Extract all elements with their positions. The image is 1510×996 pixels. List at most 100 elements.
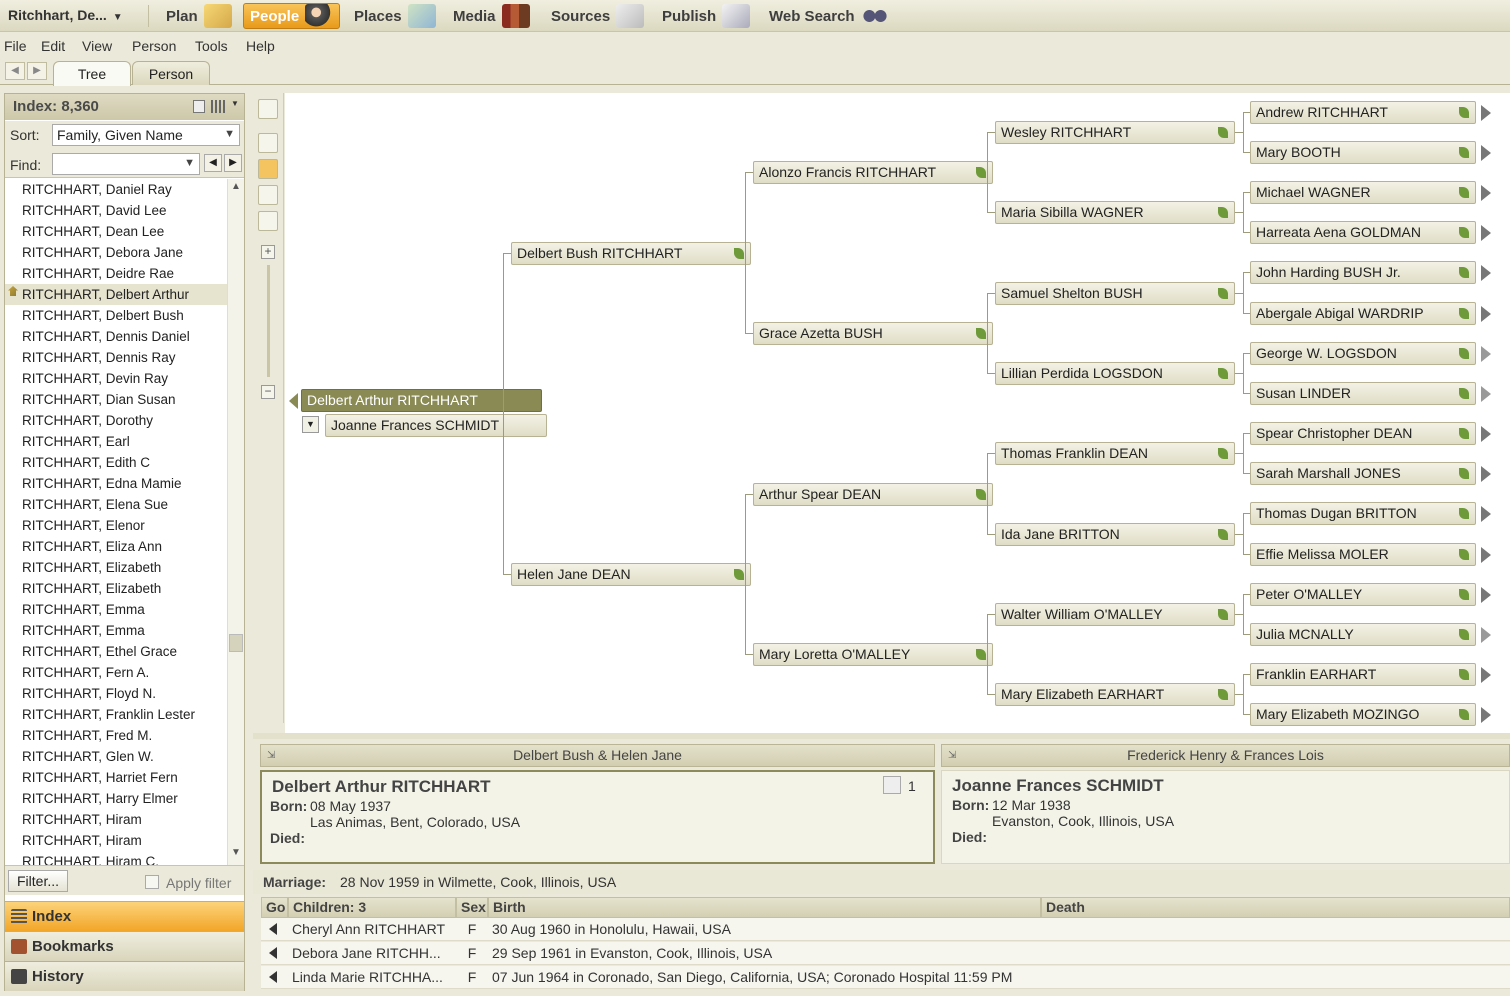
spouse-box[interactable]: Joanne Frances SCHMIDT [325,414,547,437]
menu-file[interactable]: File [4,38,27,54]
ancestor-box-gen4[interactable]: George W. LOGSDON [1250,342,1476,365]
hint-leaf-icon[interactable] [976,328,986,339]
menu-tools[interactable]: Tools [195,38,228,54]
name-list-item[interactable]: RITCHHART, David Lee [5,200,227,221]
more-ancestors-arrow-icon[interactable] [1481,105,1491,121]
hint-leaf-icon[interactable] [1218,529,1228,540]
col-children[interactable]: Children: 3 [288,897,456,918]
ancestor-box-gen3[interactable]: Thomas Franklin DEAN [995,442,1235,465]
hint-leaf-icon[interactable] [1218,448,1228,459]
col-death[interactable]: Death [1041,897,1510,918]
ancestor-box-gen4[interactable]: John Harding BUSH Jr. [1250,261,1476,284]
hint-leaf-icon[interactable] [1459,308,1469,319]
name-list-item[interactable]: RITCHHART, Elizabeth [5,578,227,599]
parent-box[interactable]: Helen Jane DEAN [511,563,751,586]
name-list-item[interactable]: RITCHHART, Fred M. [5,725,227,746]
workspace-web-search-button[interactable]: Web Search [763,3,895,29]
hint-leaf-icon[interactable] [976,489,986,500]
focus-person-box[interactable]: Delbert Arthur RITCHHART [301,389,542,412]
parent-box[interactable]: Delbert Bush RITCHHART [511,242,751,265]
ancestor-box-gen4[interactable]: Peter O'MALLEY [1250,583,1476,606]
wife-parents-bar[interactable]: ⇲ Frederick Henry & Frances Lois [941,744,1510,767]
hint-leaf-icon[interactable] [1218,288,1228,299]
ancestor-box-gen3[interactable]: Samuel Shelton BUSH [995,282,1235,305]
hint-leaf-icon[interactable] [1459,589,1469,600]
ancestor-box-gen4[interactable]: Thomas Dugan BRITTON [1250,502,1476,525]
ancestor-box-gen4[interactable]: Effie Melissa MOLER [1250,543,1476,566]
ancestor-box-gen2[interactable]: Mary Loretta O'MALLEY [753,643,993,666]
menu-help[interactable]: Help [246,38,275,54]
go-to-child-button[interactable] [261,918,288,941]
scroll-down-icon[interactable]: ▼ [231,847,241,858]
name-list-item[interactable]: RITCHHART, Edna Mamie [5,473,227,494]
workspace-plan-button[interactable]: Plan [160,3,238,29]
workspace-media-button[interactable]: Media [447,3,536,29]
ancestor-box-gen4[interactable]: Mary BOOTH [1250,141,1476,164]
more-ancestors-arrow-icon[interactable] [1481,587,1491,603]
name-list-item[interactable]: RITCHHART, Harry Elmer [5,788,227,809]
more-ancestors-arrow-icon[interactable] [1481,547,1491,563]
more-ancestors-arrow-icon[interactable] [1481,627,1491,643]
ancestor-box-gen3[interactable]: Wesley RITCHHART [995,121,1235,144]
more-ancestors-arrow-icon[interactable] [1481,667,1491,683]
hint-leaf-icon[interactable] [1459,428,1469,439]
menu-view[interactable]: View [82,38,112,54]
husband-card[interactable]: Delbert Arthur RITCHHART Born: 08 May 19… [260,770,935,864]
ancestor-box-gen4[interactable]: Spear Christopher DEAN [1250,422,1476,445]
sort-select[interactable]: Family, Given Name ▼ [52,124,240,146]
hint-leaf-icon[interactable] [1218,689,1228,700]
scrollbar-thumb[interactable] [229,634,243,652]
name-list-item[interactable]: RITCHHART, Dennis Ray [5,347,227,368]
child-row[interactable]: Cheryl Ann RITCHHART F 30 Aug 1960 in Hono… [261,918,1510,941]
name-list-scrollbar[interactable]: ▲ ▼ [227,179,244,865]
hint-leaf-icon[interactable] [1459,669,1469,680]
name-list-item[interactable]: RITCHHART, Dorothy [5,410,227,431]
scroll-up-icon[interactable]: ▲ [231,181,241,192]
hint-leaf-icon[interactable] [1459,388,1469,399]
workspace-sources-button[interactable]: Sources [545,3,650,29]
workspace-publish-button[interactable]: Publish [656,3,756,29]
more-ancestors-arrow-icon[interactable] [1481,145,1491,161]
zoom-out-icon[interactable]: − [261,385,275,399]
hint-leaf-icon[interactable] [1459,508,1469,519]
family-view-icon[interactable] [258,185,278,205]
name-list-item[interactable]: RITCHHART, Eliza Ann [5,536,227,557]
workspace-people-button[interactable]: People [243,3,341,29]
hint-leaf-icon[interactable] [976,167,986,178]
ancestor-box-gen4[interactable]: Abergale Abigal WARDRIP [1250,302,1476,325]
hint-leaf-icon[interactable] [1459,147,1469,158]
hint-leaf-icon[interactable] [734,248,744,259]
hint-leaf-icon[interactable] [976,649,986,660]
marriage-row[interactable]: Marriage: 28 Nov 1959 in Wilmette, Cook,… [253,870,1510,894]
filter-button[interactable]: Filter... [8,870,69,892]
zoom-in-icon[interactable]: + [261,245,275,259]
name-list-item[interactable]: RITCHHART, Hiram C. [5,851,227,865]
hint-leaf-icon[interactable] [1459,709,1469,720]
nav-history-button[interactable]: History [5,961,244,991]
go-to-child-button[interactable] [261,966,288,989]
more-ancestors-arrow-icon[interactable] [1481,306,1491,322]
col-birth[interactable]: Birth [488,897,1041,918]
name-list-item[interactable]: RITCHHART, Daniel Ray [5,179,227,200]
ancestor-box-gen3[interactable]: Lillian Perdida LOGSDON [995,362,1235,385]
more-ancestors-arrow-icon[interactable] [1481,265,1491,281]
more-ancestors-arrow-icon[interactable] [1481,386,1491,402]
more-ancestors-arrow-icon[interactable] [1481,426,1491,442]
name-list-item[interactable]: RITCHHART, Debora Jane [5,242,227,263]
hint-leaf-icon[interactable] [1459,629,1469,640]
more-ancestors-arrow-icon[interactable] [1481,346,1491,362]
name-list-item[interactable]: RITCHHART, Emma [5,599,227,620]
ancestor-box-gen4[interactable]: Harreata Aena GOLDMAN [1250,221,1476,244]
find-input[interactable]: ▼ [52,153,200,175]
name-list-item[interactable]: RITCHHART, Glen W. [5,746,227,767]
find-previous-button[interactable]: ◀ [204,154,222,172]
tab-tree[interactable]: Tree [53,61,131,86]
more-ancestors-arrow-icon[interactable] [1481,506,1491,522]
ancestor-box-gen4[interactable]: Andrew RITCHHART [1250,101,1476,124]
person-view-icon[interactable] [258,211,278,231]
name-list-item[interactable]: RITCHHART, Delbert Arthur [5,284,227,305]
name-list-item[interactable]: RITCHHART, Fern A. [5,662,227,683]
ancestor-box-gen2[interactable]: Arthur Spear DEAN [753,483,993,506]
family-toggle-icon[interactable] [259,715,277,729]
descendants-arrow-icon[interactable] [289,393,298,409]
